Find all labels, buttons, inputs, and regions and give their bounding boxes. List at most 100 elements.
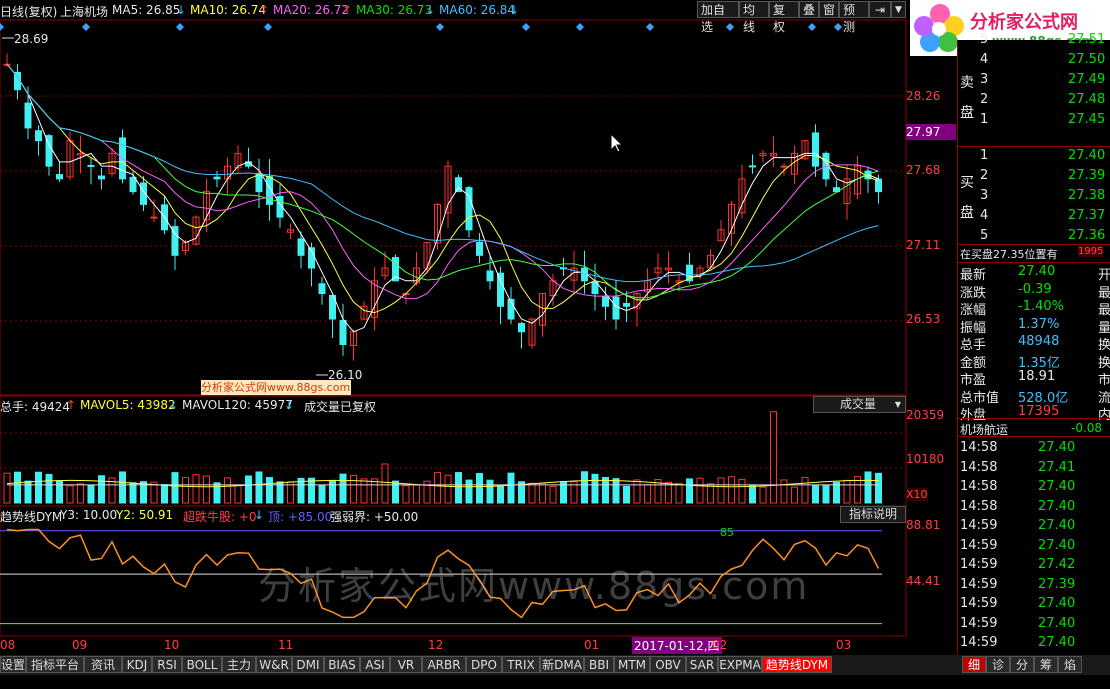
candle-body (623, 302, 630, 307)
high-price-marker: 28.69 (14, 32, 49, 46)
volume-bar (413, 484, 420, 504)
indicator-selector[interactable]: 成交量 ▼ (813, 396, 906, 413)
volume-bar (717, 477, 725, 504)
tab-5[interactable]: RSI (152, 656, 182, 673)
candle-body (297, 238, 305, 256)
order-row[interactable]: 2 27.48 (958, 90, 1110, 110)
panel-tab-2[interactable]: 诊 (986, 656, 1010, 673)
order-row[interactable]: 5 27.36 (958, 226, 1110, 246)
tick-time: 14:59 (960, 557, 998, 572)
tab-15[interactable]: TRIX (502, 656, 540, 673)
volume-bar (675, 482, 683, 504)
order-row[interactable]: 1 27.40 (958, 146, 1110, 166)
volume-header: 总手: 49424 ↑ MAVOL5: 43982 ↓ MAVOL120: 45… (0, 396, 906, 414)
tab-7[interactable]: 主力 (222, 656, 256, 673)
divider (958, 418, 1110, 419)
order-price: 27.45 (1068, 112, 1106, 127)
tab-3[interactable]: 资讯 (84, 656, 122, 673)
date-tick: 11 (278, 638, 294, 652)
volume-bar (822, 485, 830, 504)
order-row[interactable]: 14:58 27.40 (958, 438, 1110, 458)
panel-tab-4[interactable]: 筹 (1034, 656, 1058, 673)
volume-bar (581, 471, 588, 504)
volume-bar (528, 482, 536, 504)
tab-6[interactable]: BOLL (182, 656, 222, 673)
order-level: 3 (980, 72, 989, 87)
stat-value: 1.37% (1018, 316, 1060, 332)
tab-9[interactable]: DMI (292, 656, 324, 673)
date-tick: 10 (164, 638, 180, 652)
order-price: 27.37 (1068, 208, 1106, 223)
tab-20[interactable]: SAR (686, 656, 718, 673)
tab-2[interactable]: 指标平台 (26, 656, 84, 673)
tick-time: 14:58 (960, 479, 998, 494)
tab-12[interactable]: VR (390, 656, 422, 673)
volume-bar (119, 471, 126, 504)
order-row[interactable]: 3 27.49 (958, 70, 1110, 90)
order-row[interactable]: 外盘 17395 内 (958, 402, 1110, 423)
order-row[interactable]: 14:59 27.39 (958, 575, 1110, 595)
stat-value: -1.40% (1018, 299, 1064, 314)
panel-tab-5[interactable]: 焰 (1058, 656, 1082, 673)
tab-1[interactable]: 设置 (0, 656, 26, 673)
order-row[interactable]: 1 27.45 (958, 110, 1110, 130)
candle-body (602, 295, 609, 307)
order-row[interactable]: 3 27.38 (958, 186, 1110, 206)
order-row[interactable]: 14:58 27.40 (958, 497, 1110, 517)
tab-19[interactable]: OBV (650, 656, 686, 673)
dym-tick: 44.41 (906, 574, 941, 588)
tab-21[interactable]: EXPMA (718, 656, 762, 673)
volume-bar (770, 411, 777, 504)
tab-4[interactable]: KDJ (122, 656, 152, 673)
watermark-small: 分析家公式网www.88gs.com (201, 380, 351, 395)
volume-bar (192, 474, 200, 504)
stat-value: -0.39 (1018, 281, 1052, 297)
tab-16[interactable]: 新DMA (540, 656, 584, 673)
tick-time: 14:59 (960, 596, 998, 611)
panel-tab-1[interactable]: 细 (962, 656, 986, 673)
tab-13[interactable]: ARBR (422, 656, 466, 673)
order-row[interactable]: 14:59 27.40 (958, 633, 1110, 653)
tab-10[interactable]: BIAS (324, 656, 360, 673)
tab-14[interactable]: DPO (466, 656, 502, 673)
tick-time: 14:59 (960, 615, 998, 631)
tick-price: 27.42 (1038, 557, 1076, 572)
volume-bar (497, 485, 504, 504)
order-row[interactable]: 14:58 27.41 (958, 458, 1110, 478)
order-row[interactable]: 14:59 27.40 (958, 614, 1110, 634)
order-row[interactable]: 4 27.50 (958, 50, 1110, 70)
tab-8[interactable]: W&R (256, 656, 292, 673)
order-row[interactable]: 14:59 27.40 (958, 516, 1110, 536)
indicator-explain-button[interactable]: 指标说明 (840, 506, 906, 523)
order-row[interactable]: 14:59 27.40 (958, 536, 1110, 556)
volume-bar (56, 480, 63, 504)
candle-body (812, 132, 819, 167)
volume-bar (381, 463, 389, 504)
order-level: 2 (980, 92, 989, 107)
candle-body (24, 102, 32, 129)
tab-11[interactable]: ASI (360, 656, 390, 673)
order-row[interactable]: 14:59 27.40 (958, 594, 1110, 614)
stat-value: 18.91 (1018, 369, 1056, 384)
order-row[interactable]: 14:58 27.40 (958, 477, 1110, 497)
order-row[interactable]: 14:59 27.42 (958, 555, 1110, 575)
volume-bar (623, 485, 630, 504)
candle-body (339, 319, 347, 346)
volume-bar (507, 472, 515, 504)
volume-bar (812, 485, 819, 504)
order-row[interactable]: 5 27.51 (958, 30, 1110, 50)
panel-tab-3[interactable]: 分 (1010, 656, 1034, 673)
tab-17[interactable]: BBI (584, 656, 614, 673)
volume-bar (87, 484, 95, 504)
volume-bar (539, 482, 546, 504)
candle-body (213, 176, 221, 180)
order-level: 5 (980, 228, 989, 243)
tick-price: 27.40 (1038, 518, 1076, 533)
dym-y3: Y3: 10.00 (60, 508, 118, 522)
candle-body (87, 164, 95, 167)
order-row[interactable]: 4 27.37 (958, 206, 1110, 226)
tab-18[interactable]: MTM (614, 656, 650, 673)
volume-bar (350, 474, 357, 504)
order-row[interactable]: 2 27.39 (958, 166, 1110, 186)
tab-22[interactable]: 趋势线DYM (762, 656, 832, 673)
